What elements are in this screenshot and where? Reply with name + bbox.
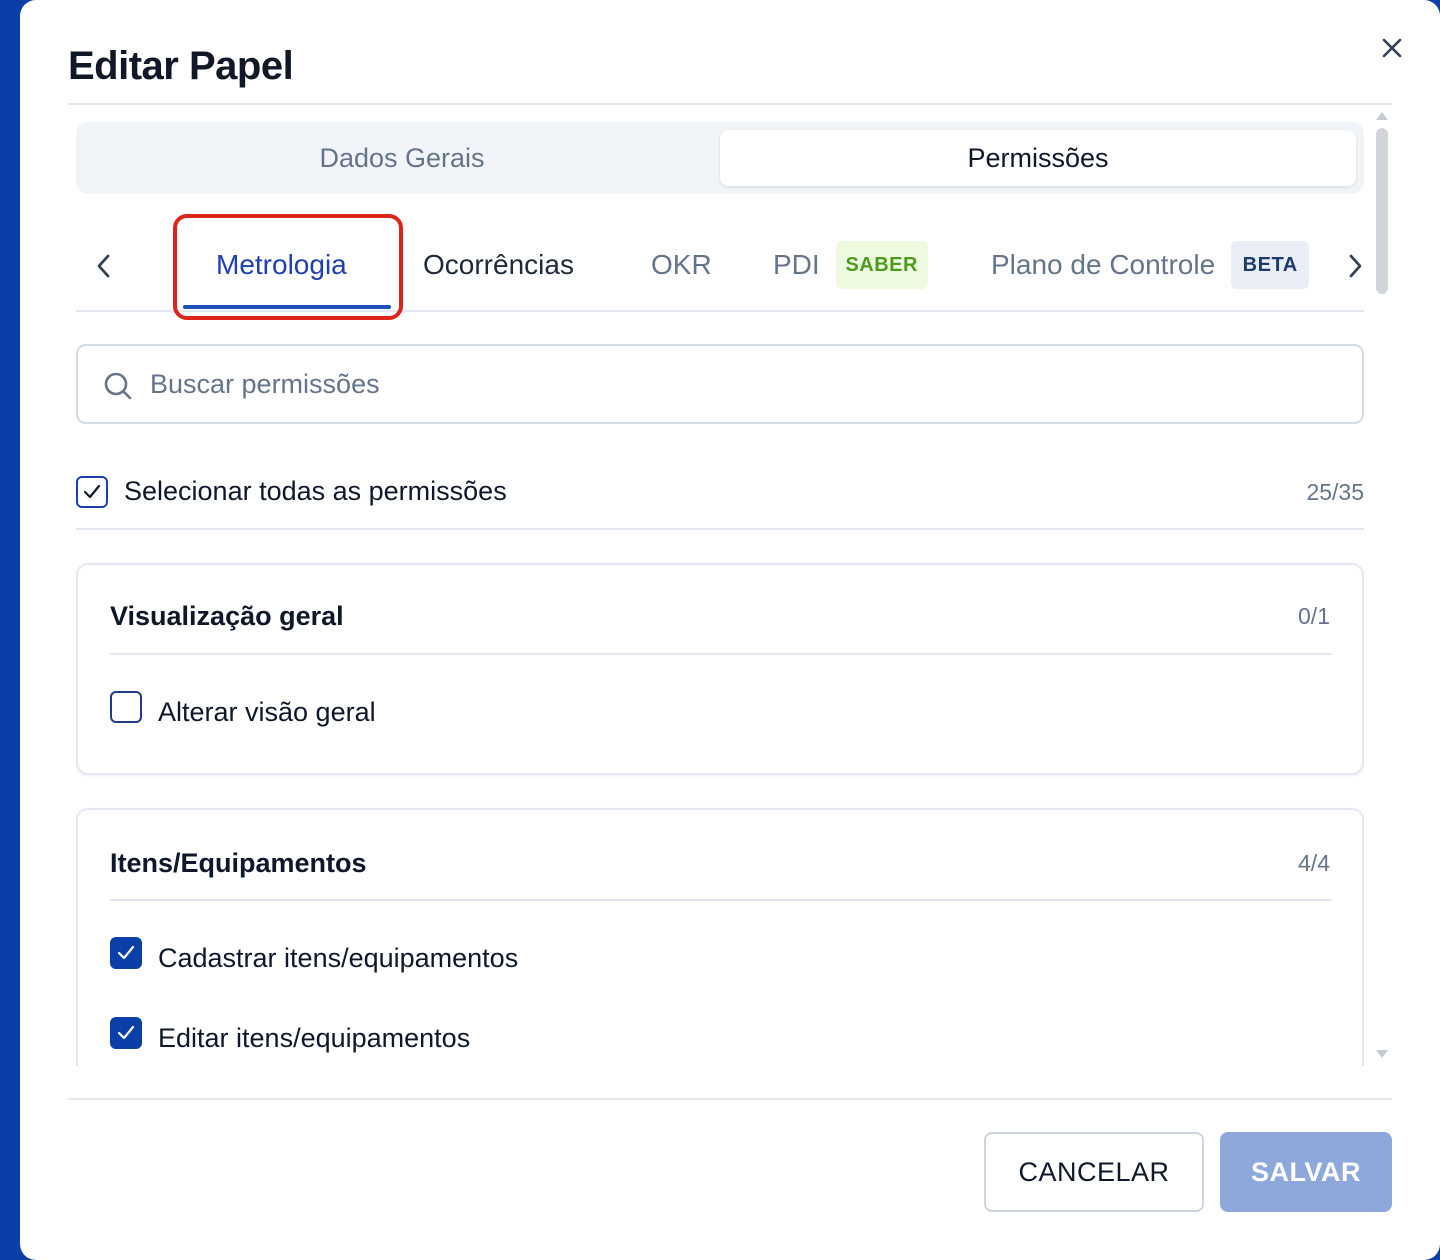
group-count: 0/1 — [1298, 603, 1330, 629]
module-tab-plano-de-controle[interactable]: Plano de Controle BETA — [991, 218, 1310, 312]
module-tab-label: PDI — [773, 249, 820, 280]
header-divider — [68, 103, 1392, 105]
tabs-scroll-left-button[interactable] — [84, 244, 124, 288]
content-scrollbar[interactable] — [1372, 108, 1392, 1066]
module-tab-label: Ocorrências — [423, 249, 574, 280]
scroll-up-arrow-icon[interactable] — [1376, 112, 1388, 120]
check-icon — [117, 1025, 135, 1040]
close-icon — [1382, 38, 1402, 58]
tab-dados-gerais[interactable]: Dados Gerais — [84, 130, 720, 186]
module-tab-label: OKR — [651, 249, 712, 280]
group-divider — [110, 899, 1332, 901]
select-all-checkbox[interactable] — [76, 476, 108, 508]
permission-checkbox[interactable] — [110, 1017, 142, 1049]
module-tab-pdi[interactable]: PDI SABER — [773, 218, 928, 312]
dialog-title: Editar Papel — [68, 44, 294, 88]
scrollbar-thumb[interactable] — [1376, 128, 1388, 294]
select-all-row: Selecionar todas as permissões 25/35 — [76, 462, 1364, 530]
saber-badge: SABER — [835, 241, 928, 289]
scroll-down-arrow-icon[interactable] — [1376, 1050, 1388, 1058]
group-title: Visualização geral — [110, 601, 344, 631]
permission-label: Cadastrar itens/equipamentos — [158, 943, 519, 973]
check-icon — [83, 484, 101, 499]
chevron-left-icon — [97, 254, 110, 278]
search-icon — [104, 372, 132, 400]
permission-label: Alterar visão geral — [158, 697, 376, 727]
permission-group-card: Itens/Equipamentos 4/4 Cadastrar itens/e… — [76, 808, 1364, 1066]
search-input[interactable] — [150, 360, 1340, 408]
select-all-count: 25/35 — [1306, 479, 1364, 505]
permission-group-card: Visualização geral 0/1 Alterar visão ger… — [76, 563, 1364, 775]
tabs-scroll-right-button[interactable] — [1335, 244, 1364, 288]
module-tab-metrologia[interactable]: Metrologia — [216, 218, 347, 312]
check-icon — [117, 945, 135, 960]
module-tab-label: Metrologia — [216, 249, 347, 280]
chevron-right-icon — [1349, 254, 1362, 278]
cancel-button[interactable]: CANCELAR — [984, 1132, 1204, 1212]
module-tab-label: Plano de Controle — [991, 249, 1216, 280]
active-tab-indicator — [183, 305, 391, 309]
module-tab-okr[interactable]: OKR — [651, 218, 712, 312]
footer-divider — [68, 1098, 1392, 1100]
close-button[interactable] — [1376, 30, 1408, 66]
module-tab-ocorrencias[interactable]: Ocorrências — [423, 218, 574, 312]
search-box — [76, 344, 1364, 424]
edit-role-dialog: Editar Papel Dados Gerais Permissões Met… — [20, 0, 1440, 1260]
module-tabs: Metrologia Ocorrências OKR PDI SABER Pla… — [76, 214, 1364, 320]
dialog-content[interactable]: Dados Gerais Permissões Metrologia Ocorr… — [76, 108, 1364, 1066]
group-count: 4/4 — [1298, 850, 1330, 876]
segmented-control: Dados Gerais Permissões — [76, 122, 1364, 194]
tab-permissoes[interactable]: Permissões — [720, 130, 1356, 186]
beta-badge: BETA — [1231, 241, 1310, 289]
select-all-label: Selecionar todas as permissões — [124, 476, 507, 506]
permission-checkbox[interactable] — [110, 691, 142, 723]
permission-checkbox[interactable] — [110, 937, 142, 969]
permission-label: Editar itens/equipamentos — [158, 1023, 471, 1053]
group-title: Itens/Equipamentos — [110, 848, 367, 878]
save-button[interactable]: SALVAR — [1220, 1132, 1392, 1212]
group-divider — [110, 653, 1332, 655]
